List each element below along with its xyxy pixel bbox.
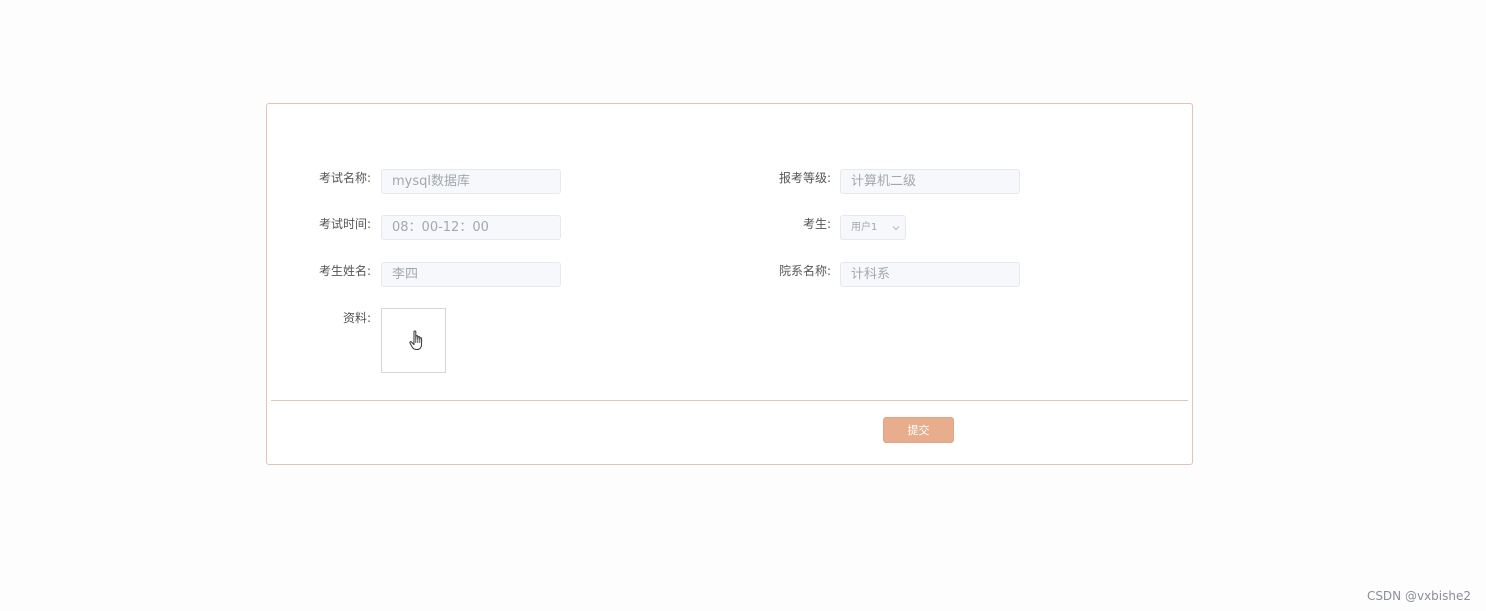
- examinee-label: 考生:: [802, 217, 831, 231]
- form-card: 考试名称: mysql数据库 报考等级: 计算机二级 考试时间: 08：00-1…: [266, 103, 1193, 465]
- examinee-select-value: 用户1: [851, 222, 878, 233]
- material-label: 资料:: [342, 311, 371, 325]
- department-label: 院系名称:: [778, 264, 831, 278]
- student-name-input[interactable]: 李四: [381, 262, 561, 287]
- chevron-down-icon: [892, 226, 900, 231]
- exam-level-input[interactable]: 计算机二级: [840, 169, 1020, 194]
- exam-time-input[interactable]: 08：00-12：00: [381, 215, 561, 240]
- submit-button[interactable]: 提交: [883, 417, 954, 443]
- material-upload[interactable]: [381, 308, 446, 373]
- exam-name-label: 考试名称:: [318, 171, 371, 185]
- examinee-select[interactable]: 用户1: [840, 215, 906, 240]
- exam-level-label: 报考等级:: [778, 171, 831, 185]
- form-divider: [271, 400, 1188, 401]
- watermark: CSDN @vxbishe2: [1366, 589, 1471, 603]
- student-name-label: 考生姓名:: [318, 264, 371, 278]
- hand-cursor-icon: [409, 330, 423, 350]
- exam-time-label: 考试时间:: [318, 217, 371, 231]
- exam-name-input[interactable]: mysql数据库: [381, 169, 561, 194]
- department-input[interactable]: 计科系: [840, 262, 1020, 287]
